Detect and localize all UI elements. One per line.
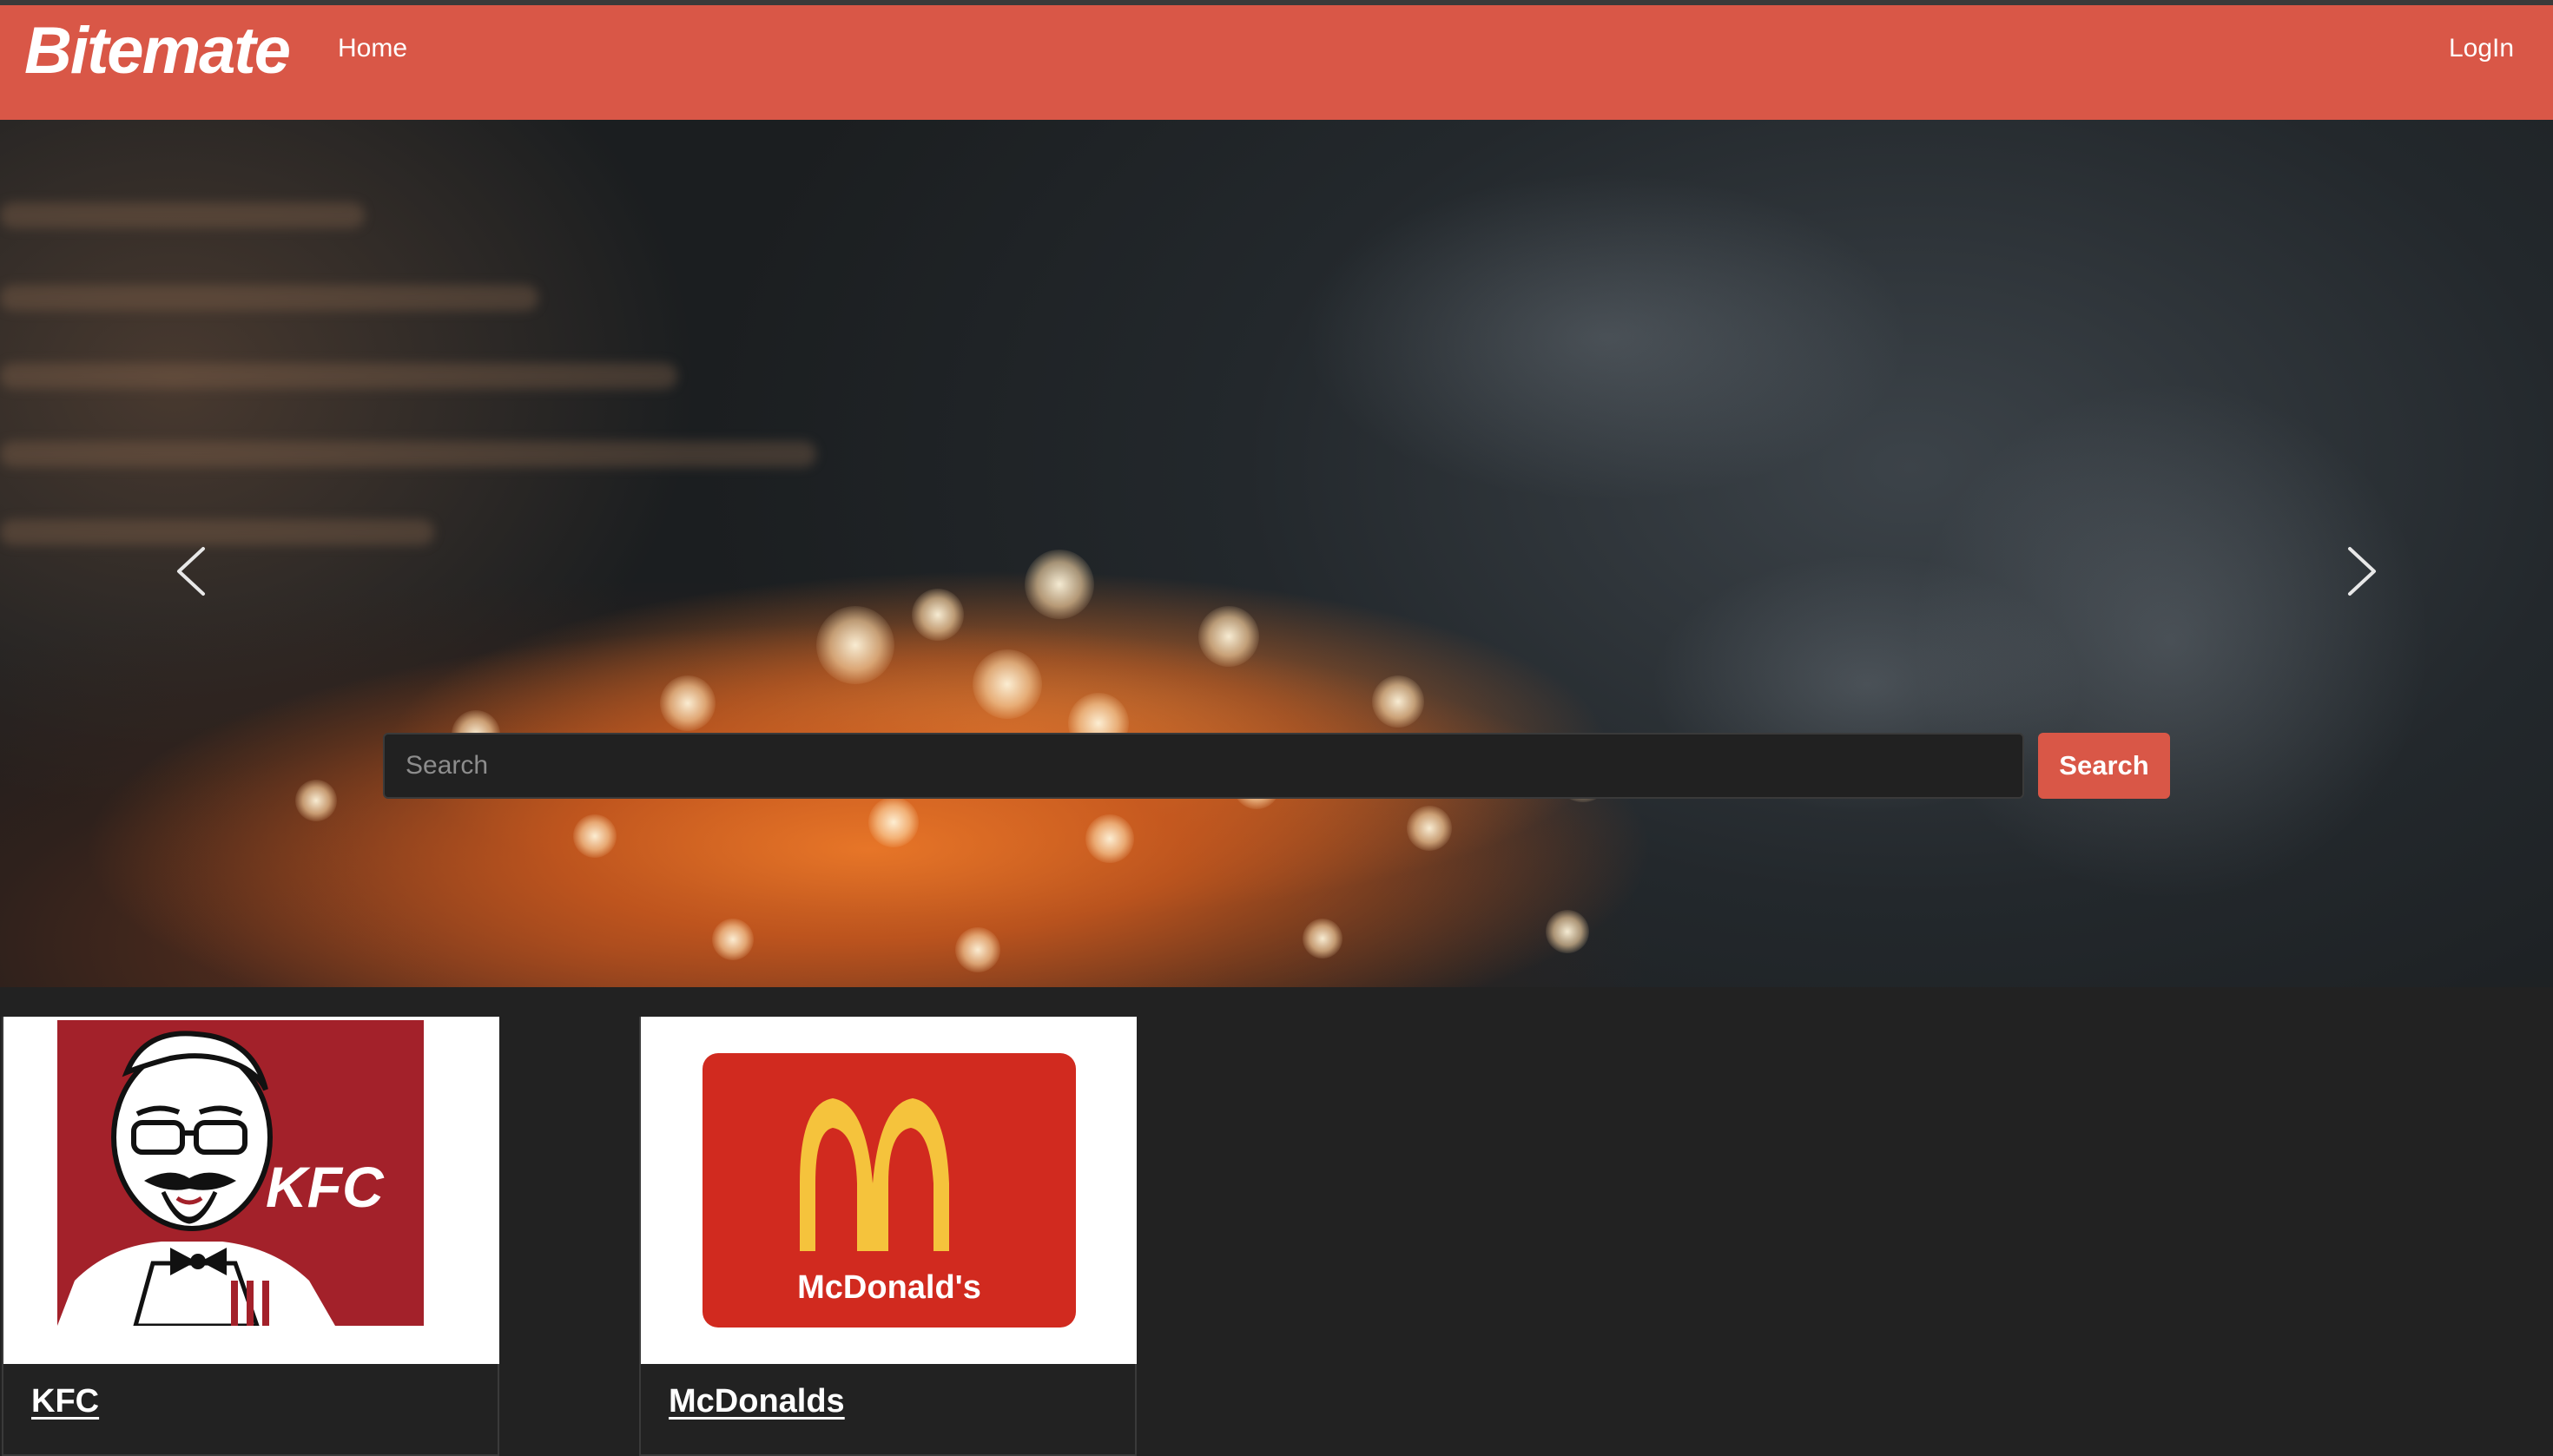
hero-image-detail bbox=[0, 441, 816, 467]
brand-logo[interactable]: Bitemate bbox=[24, 12, 291, 90]
hero-image-detail bbox=[912, 589, 964, 641]
hero-image-detail bbox=[816, 606, 894, 684]
chevron-right-icon bbox=[2348, 547, 2376, 596]
colonel-portrait: KFC bbox=[57, 1031, 385, 1326]
hero-image-detail bbox=[660, 675, 716, 731]
hero-carousel: Search bbox=[0, 120, 2553, 987]
hero-image-detail bbox=[1546, 910, 1589, 953]
chevron-left-icon bbox=[177, 547, 205, 596]
nav-login-link[interactable]: LogIn bbox=[2449, 30, 2553, 68]
mcdonalds-logo: McDonald's bbox=[703, 1053, 1076, 1328]
hero-image-detail bbox=[712, 919, 754, 960]
hero-image-detail bbox=[1372, 675, 1424, 728]
restaurant-card-mcdonalds[interactable]: McDonald's McDonalds bbox=[639, 1017, 1137, 1456]
hero-image-detail bbox=[0, 202, 365, 228]
hero-image-detail bbox=[973, 649, 1042, 719]
mcdonalds-logo-text: McDonald's bbox=[797, 1269, 981, 1306]
hero-image-detail bbox=[1303, 172, 1910, 502]
hero-image-detail bbox=[868, 797, 919, 847]
hero-image-detail bbox=[0, 285, 538, 311]
restaurant-name[interactable]: KFC bbox=[31, 1383, 99, 1420]
nav-home-link[interactable]: Home bbox=[338, 30, 407, 68]
kfc-logo-text: KFC bbox=[266, 1155, 385, 1219]
search-input[interactable] bbox=[383, 733, 2024, 799]
hero-image-detail bbox=[1198, 606, 1259, 667]
hero-image-detail bbox=[1025, 550, 1094, 619]
restaurant-image: KFC bbox=[3, 1017, 499, 1364]
search-button[interactable]: Search bbox=[2038, 733, 2170, 799]
carousel-next-button[interactable] bbox=[2327, 524, 2397, 619]
hero-image-detail bbox=[955, 927, 1000, 972]
hero-image-detail bbox=[0, 363, 677, 389]
hero-image-detail bbox=[1303, 919, 1342, 959]
hero-image-detail bbox=[1085, 814, 1134, 863]
hero-image-detail bbox=[1407, 806, 1452, 851]
carousel-prev-button[interactable] bbox=[156, 524, 226, 619]
navbar: Bitemate Home LogIn bbox=[0, 5, 2553, 120]
hero-image-detail bbox=[295, 780, 337, 821]
restaurant-image: McDonald's bbox=[641, 1017, 1137, 1364]
hero-image-detail bbox=[573, 814, 617, 858]
restaurant-card-kfc[interactable]: KFC KFC bbox=[2, 1017, 499, 1456]
golden-arches-icon bbox=[800, 1098, 873, 1251]
restaurant-name[interactable]: McDonalds bbox=[669, 1383, 845, 1420]
kfc-logo: KFC bbox=[57, 1020, 424, 1326]
